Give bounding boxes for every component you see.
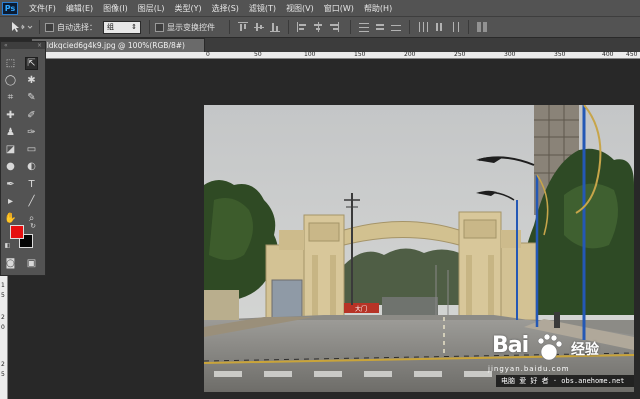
distribute-left-icon[interactable] (418, 22, 428, 32)
document-title: ldkqcied6g4k9.jpg @ 100%(RGB/8#) (46, 41, 185, 50)
screen-mode-icon[interactable]: ▣ (25, 257, 38, 270)
brush-tool-icon[interactable]: ✐ (25, 109, 38, 122)
divider (229, 20, 230, 34)
divider (409, 20, 410, 34)
menu-edit[interactable]: 编辑(E) (61, 3, 98, 14)
ruler-label: 200 (404, 51, 416, 58)
tool-preset-picker[interactable] (8, 19, 34, 35)
path-selection-tool-icon[interactable]: ▸ (4, 195, 17, 208)
menu-window[interactable]: 窗口(W) (319, 3, 359, 14)
lasso-tool-icon[interactable]: ◯ (4, 74, 17, 87)
ruler-label: 1 (1, 282, 5, 289)
distribute-hcenter-icon[interactable] (434, 22, 444, 32)
horizontal-ruler[interactable]: 0 50 100 150 200 250 300 350 400 450 (204, 51, 640, 59)
divider (149, 20, 150, 34)
ruler-label: 0 (1, 324, 5, 331)
magic-wand-tool-icon[interactable]: ✱ (25, 74, 38, 87)
blur-tool-icon[interactable]: ● (4, 160, 17, 173)
ruler-label: 150 (354, 51, 366, 58)
options-bar: 自动选择： 组 ⇕ 显示变换控件 (0, 16, 640, 38)
align-top-icon[interactable] (238, 22, 248, 32)
menu-type[interactable]: 类型(Y) (169, 3, 206, 14)
distribute-right-icon[interactable] (450, 22, 460, 32)
canvas-margin (8, 276, 46, 399)
auto-align-layers-icon[interactable] (477, 22, 487, 32)
move-tool-icon (12, 22, 33, 32)
collapse-icon[interactable]: « (4, 42, 8, 49)
ruler-label: 350 (554, 51, 566, 58)
ruler-label: 400 (602, 51, 614, 58)
menu-select[interactable]: 选择(S) (207, 3, 244, 14)
align-hcenter-icon[interactable] (313, 22, 323, 32)
menu-layer[interactable]: 图层(L) (133, 3, 170, 14)
ruler-label: 5 (1, 292, 5, 299)
quick-mask-icon[interactable]: ◙ (4, 257, 17, 270)
divider (468, 20, 469, 34)
document-canvas-image[interactable]: 大门 Bai 经验 jingyan.baidu.com 电脑 爱 好 者 · o… (204, 105, 634, 392)
pen-tool-icon[interactable]: ✒ (4, 178, 17, 191)
default-colors-icon[interactable]: ◧ (4, 242, 11, 249)
distribute-bottom-icon[interactable] (391, 22, 401, 32)
ruler-label: 300 (504, 51, 516, 58)
show-transform-label: 显示变换控件 (167, 22, 215, 32)
app-logo: Ps (2, 1, 18, 15)
ruler-label: 2 (1, 361, 5, 368)
menu-bar: Ps 文件(F) 编辑(E) 图像(I) 图层(L) 类型(Y) 选择(S) 滤… (0, 0, 640, 16)
vertical-ruler[interactable]: 1 5 2 0 2 5 (0, 276, 8, 399)
align-right-icon[interactable] (329, 22, 339, 32)
history-brush-tool-icon[interactable]: ✑ (25, 126, 38, 139)
menu-view[interactable]: 视图(V) (281, 3, 319, 14)
menu-image[interactable]: 图像(I) (98, 3, 133, 14)
ruler-label: 2 (1, 314, 5, 321)
crop-tool-icon[interactable]: ⌗ (4, 91, 17, 104)
menu-file[interactable]: 文件(F) (24, 3, 61, 14)
eyedropper-tool-icon[interactable]: ✎ (25, 91, 38, 104)
auto-select-dropdown[interactable]: 组 ⇕ (103, 20, 141, 34)
gradient-tool-icon[interactable]: ▭ (25, 143, 38, 156)
tools-panel-header[interactable]: «× (1, 42, 45, 49)
auto-select-label: 自动选择： (57, 22, 97, 32)
auto-select-checkbox[interactable] (45, 22, 54, 32)
auto-select-value: 组 (107, 22, 114, 31)
distribute-top-icon[interactable] (359, 22, 369, 32)
ruler-label: 450 (626, 51, 638, 58)
ruler-label: 0 (206, 51, 210, 58)
distribute-vcenter-icon[interactable] (375, 22, 385, 32)
show-transform-checkbox[interactable] (155, 22, 164, 32)
photo-scene: 大门 (204, 105, 634, 392)
document-tab[interactable]: × ldkqcied6g4k9.jpg @ 100%(RGB/8#) (31, 38, 205, 52)
marquee-tool-icon[interactable]: ⬚ (4, 57, 17, 70)
ruler-label: 100 (304, 51, 316, 58)
ruler-label: 5 (1, 371, 5, 378)
divider (350, 20, 351, 34)
distant-trees (344, 248, 464, 305)
line-tool-icon[interactable]: ╱ (25, 195, 38, 208)
move-tool-icon[interactable]: ⇱ (25, 57, 38, 70)
dodge-tool-icon[interactable]: ◐ (25, 160, 38, 173)
healing-brush-tool-icon[interactable]: ✚ (4, 109, 17, 122)
divider (39, 20, 40, 34)
horizontal-ruler-left[interactable]: 0 (46, 51, 210, 59)
clone-stamp-tool-icon[interactable]: ♟ (4, 126, 17, 139)
align-vcenter-icon[interactable] (254, 22, 264, 32)
menu-filter[interactable]: 滤镜(T) (244, 3, 281, 14)
align-left-icon[interactable] (297, 22, 307, 32)
dropdown-arrow-icon: ⇕ (131, 22, 137, 31)
menu-help[interactable]: 帮助(H) (359, 3, 397, 14)
gate-sign: 大门 (355, 305, 367, 313)
tools-panel: «× ⬚ ⇱ ◯ ✱ ⌗ ✎ ✚ ✐ ♟ ✑ ◪ ▭ ● ◐ ✒ T ▸ ╱ ✋… (0, 41, 46, 276)
type-tool-icon[interactable]: T (25, 178, 38, 191)
align-bottom-icon[interactable] (270, 22, 280, 32)
ruler-label: 50 (254, 51, 262, 58)
photoshop-window: Ps 文件(F) 编辑(E) 图像(I) 图层(L) 类型(Y) 选择(S) 滤… (0, 0, 640, 399)
foreground-color-swatch[interactable] (10, 225, 24, 239)
divider (288, 20, 289, 34)
eraser-tool-icon[interactable]: ◪ (4, 143, 17, 156)
hand-tool-icon[interactable]: ✋ (4, 212, 17, 225)
ruler-label: 250 (454, 51, 466, 58)
swap-colors-icon[interactable]: ↻ (29, 222, 37, 230)
panel-menu-icon[interactable]: × (37, 42, 42, 49)
